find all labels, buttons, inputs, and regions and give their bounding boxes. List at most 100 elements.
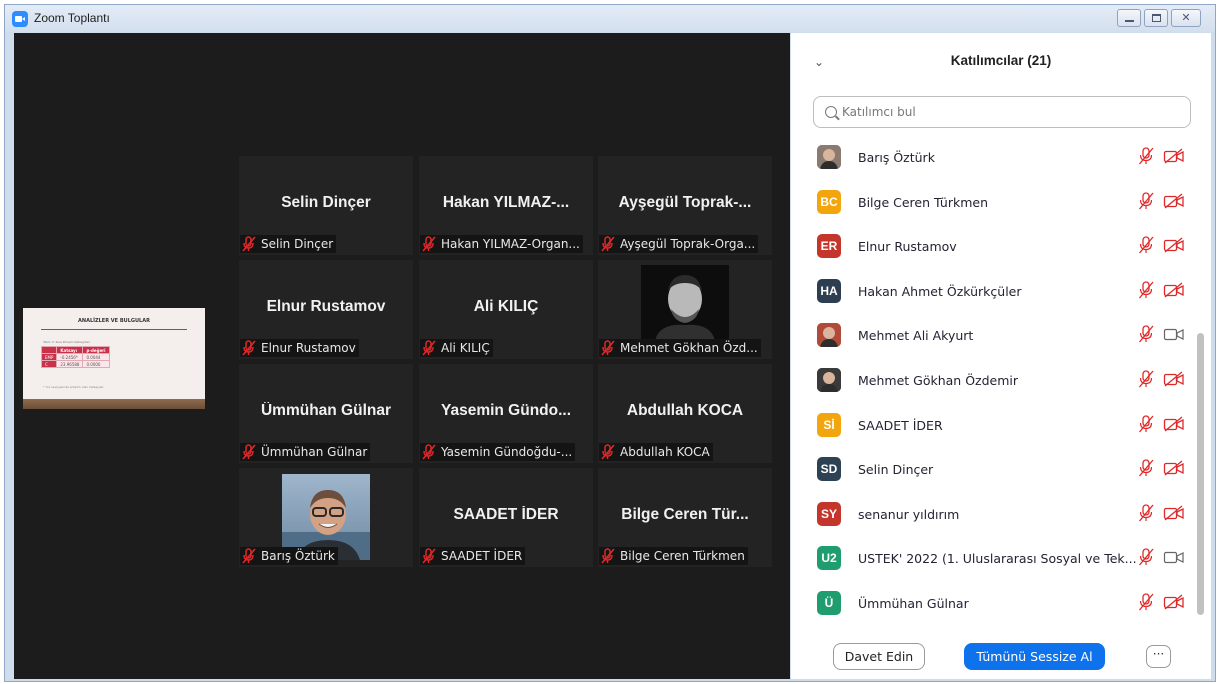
video-off-icon[interactable] bbox=[1163, 416, 1185, 432]
minimize-button[interactable] bbox=[1117, 9, 1141, 27]
slide-table-cell: 23.96588 bbox=[56, 360, 84, 368]
video-tile[interactable]: Selin Dinçer Selin Dinçer bbox=[239, 156, 413, 255]
video-tile[interactable]: Ümmühan Gülnar Ümmühan Gülnar bbox=[239, 364, 413, 463]
mic-off-icon bbox=[422, 444, 436, 460]
shared-screen-thumbnail[interactable]: ANALİZLER VE BULGULAR Tablo 3: Kısa Döne… bbox=[23, 308, 205, 409]
mic-off-icon[interactable] bbox=[1138, 325, 1154, 343]
avatar-initials: Sİ bbox=[817, 412, 841, 437]
person-photo-icon bbox=[641, 265, 729, 341]
participant-row[interactable]: BC Bilge Ceren Türkmen bbox=[791, 182, 1195, 226]
mic-off-icon[interactable] bbox=[1138, 281, 1154, 299]
mic-off-icon[interactable] bbox=[1138, 236, 1154, 254]
participant-row[interactable]: SD Selin Dinçer bbox=[791, 449, 1195, 493]
mic-off-icon bbox=[242, 340, 256, 356]
mic-off-icon[interactable] bbox=[1138, 191, 1154, 210]
participant-list: Barış Öztürk BC Bilge Ceren Türkmen ER Elnur… bbox=[791, 137, 1195, 623]
tile-name-label: Hakan YILMAZ-Organ... bbox=[420, 235, 583, 253]
invite-button[interactable]: Davet Edin bbox=[833, 643, 925, 670]
participant-name: Barış Öztürk bbox=[858, 150, 935, 165]
video-off-icon[interactable] bbox=[1163, 594, 1185, 610]
tile-name-label: Ümmühan Gülnar bbox=[240, 443, 371, 461]
video-off-icon[interactable] bbox=[1163, 148, 1185, 164]
tile-name-label: Selin Dinçer bbox=[240, 235, 337, 253]
video-off-icon[interactable] bbox=[1163, 282, 1185, 298]
tile-label-text: Ayşegül Toprak-Orga... bbox=[620, 237, 756, 251]
participant-name: Bilge Ceren Türkmen bbox=[858, 194, 988, 210]
slide-table-cell: 0.0044 bbox=[82, 353, 110, 361]
video-tile[interactable]: Yasemin Gündo... Yasemin Gündoğdu-... bbox=[419, 364, 593, 463]
participant-row[interactable]: Barış Öztürk bbox=[791, 137, 1195, 181]
participant-row[interactable]: Mehmet Ali Akyurt bbox=[791, 315, 1195, 359]
video-off-icon[interactable] bbox=[1163, 237, 1185, 253]
slide-background-floor bbox=[23, 399, 205, 409]
video-off-icon[interactable] bbox=[1163, 193, 1185, 209]
tile-name-label: Mehmet Gökhan Özd... bbox=[599, 339, 761, 357]
mic-off-icon bbox=[242, 548, 256, 564]
mic-off-icon[interactable] bbox=[1138, 370, 1154, 388]
video-tile[interactable]: Mehmet Gökhan Özd... bbox=[598, 260, 772, 359]
slide-table-cell: C bbox=[40, 360, 58, 368]
participant-name: Elnur Rustamov bbox=[858, 239, 957, 255]
close-button[interactable]: ✕ bbox=[1171, 9, 1201, 27]
mic-off-icon bbox=[601, 340, 615, 356]
participant-row[interactable]: U2 USTEK' 2022 (1. Uluslararası Sosyal ve… bbox=[791, 538, 1195, 582]
avatar-initials: HA bbox=[817, 278, 841, 303]
tile-name-label: Ali KILIÇ bbox=[420, 339, 493, 357]
mic-off-icon[interactable] bbox=[1138, 414, 1154, 433]
participant-row[interactable]: SY senanur yıldırım bbox=[791, 494, 1195, 538]
video-off-icon[interactable] bbox=[1163, 371, 1185, 387]
video-icon[interactable] bbox=[1163, 549, 1185, 565]
video-tile[interactable]: Barış Öztürk bbox=[239, 468, 413, 567]
mic-off-icon bbox=[242, 444, 256, 460]
title-bar: Zoom Toplantı ✕ bbox=[5, 5, 1215, 32]
tile-label-text: Abdullah KOCA bbox=[620, 445, 710, 459]
video-tile[interactable]: Ayşegül Toprak-... Ayşegül Toprak-Orga..… bbox=[598, 156, 772, 255]
slide-table-cell: p-değeri bbox=[82, 346, 110, 354]
video-tile[interactable]: Hakan YILMAZ-... Hakan YILMAZ-Organ... bbox=[419, 156, 593, 255]
participant-row[interactable]: Ü Ümmühan Gülnar bbox=[791, 583, 1195, 623]
participant-name: Hakan Ahmet Özkürkçüler bbox=[858, 283, 1022, 299]
mic-off-icon[interactable] bbox=[1138, 548, 1154, 566]
scrollbar-thumb[interactable] bbox=[1197, 333, 1204, 615]
mic-off-icon[interactable] bbox=[1138, 593, 1154, 611]
mic-off-icon bbox=[422, 236, 436, 252]
participant-row[interactable]: Mehmet Gökhan Özdemir bbox=[791, 360, 1195, 404]
video-tile[interactable]: Ali KILIÇ Ali KILIÇ bbox=[419, 260, 593, 359]
video-tile[interactable]: Bilge Ceren Tür... Bilge Ceren Türkmen bbox=[598, 468, 772, 567]
mic-off-icon[interactable] bbox=[1138, 147, 1154, 165]
participant-row[interactable]: Sİ SAADET İDER bbox=[791, 405, 1195, 449]
video-off-icon[interactable] bbox=[1163, 460, 1185, 476]
participants-panel: ⌄ Katılımcılar (21) Barış ÖztürkBCBilge … bbox=[791, 33, 1211, 679]
participant-video bbox=[641, 265, 729, 341]
participant-row[interactable]: HA Hakan Ahmet Özkürkçüler bbox=[791, 271, 1195, 315]
video-off-icon[interactable] bbox=[1163, 505, 1185, 521]
avatar-photo bbox=[817, 323, 841, 348]
slide-table-cell: -0.2456* bbox=[56, 353, 84, 361]
avatar-photo bbox=[817, 368, 841, 392]
tile-label-text: Hakan YILMAZ-Organ... bbox=[441, 237, 580, 251]
video-tile[interactable]: Elnur Rustamov Elnur Rustamov bbox=[239, 260, 413, 359]
tile-display-name: Ayşegül Toprak-... bbox=[618, 194, 752, 211]
mute-all-button[interactable]: Tümünü Sessize Al bbox=[964, 643, 1105, 670]
maximize-button[interactable] bbox=[1144, 9, 1168, 27]
tile-display-name: Hakan YILMAZ-... bbox=[442, 194, 570, 211]
tile-name-label: Abdullah KOCA bbox=[599, 443, 713, 461]
video-gallery: ANALİZLER VE BULGULAR Tablo 3: Kısa Döne… bbox=[14, 33, 790, 679]
video-icon[interactable] bbox=[1163, 326, 1185, 342]
tile-display-name: Ali KILIÇ bbox=[473, 298, 539, 315]
more-options-button[interactable]: ··· bbox=[1146, 645, 1171, 668]
participant-search-box[interactable] bbox=[813, 96, 1191, 128]
tile-name-label: Barış Öztürk bbox=[240, 547, 338, 565]
slide-note: Tablo 3: Kısa Dönem Katsayıları bbox=[43, 340, 91, 344]
video-tile[interactable]: SAADET İDER SAADET İDER bbox=[419, 468, 593, 567]
participant-list-scrollbar[interactable] bbox=[1197, 137, 1205, 623]
mic-off-icon[interactable] bbox=[1138, 504, 1154, 522]
avatar-initials: U2 bbox=[817, 546, 841, 571]
mic-off-icon[interactable] bbox=[1138, 459, 1154, 477]
tile-label-text: Selin Dinçer bbox=[261, 237, 334, 251]
tile-display-name: Selin Dinçer bbox=[281, 194, 371, 211]
participant-row[interactable]: ER Elnur Rustamov bbox=[791, 226, 1195, 270]
participant-name: Selin Dinçer bbox=[858, 462, 934, 478]
participant-search-input[interactable] bbox=[842, 105, 1162, 119]
video-tile[interactable]: Abdullah KOCA Abdullah KOCA bbox=[598, 364, 772, 463]
